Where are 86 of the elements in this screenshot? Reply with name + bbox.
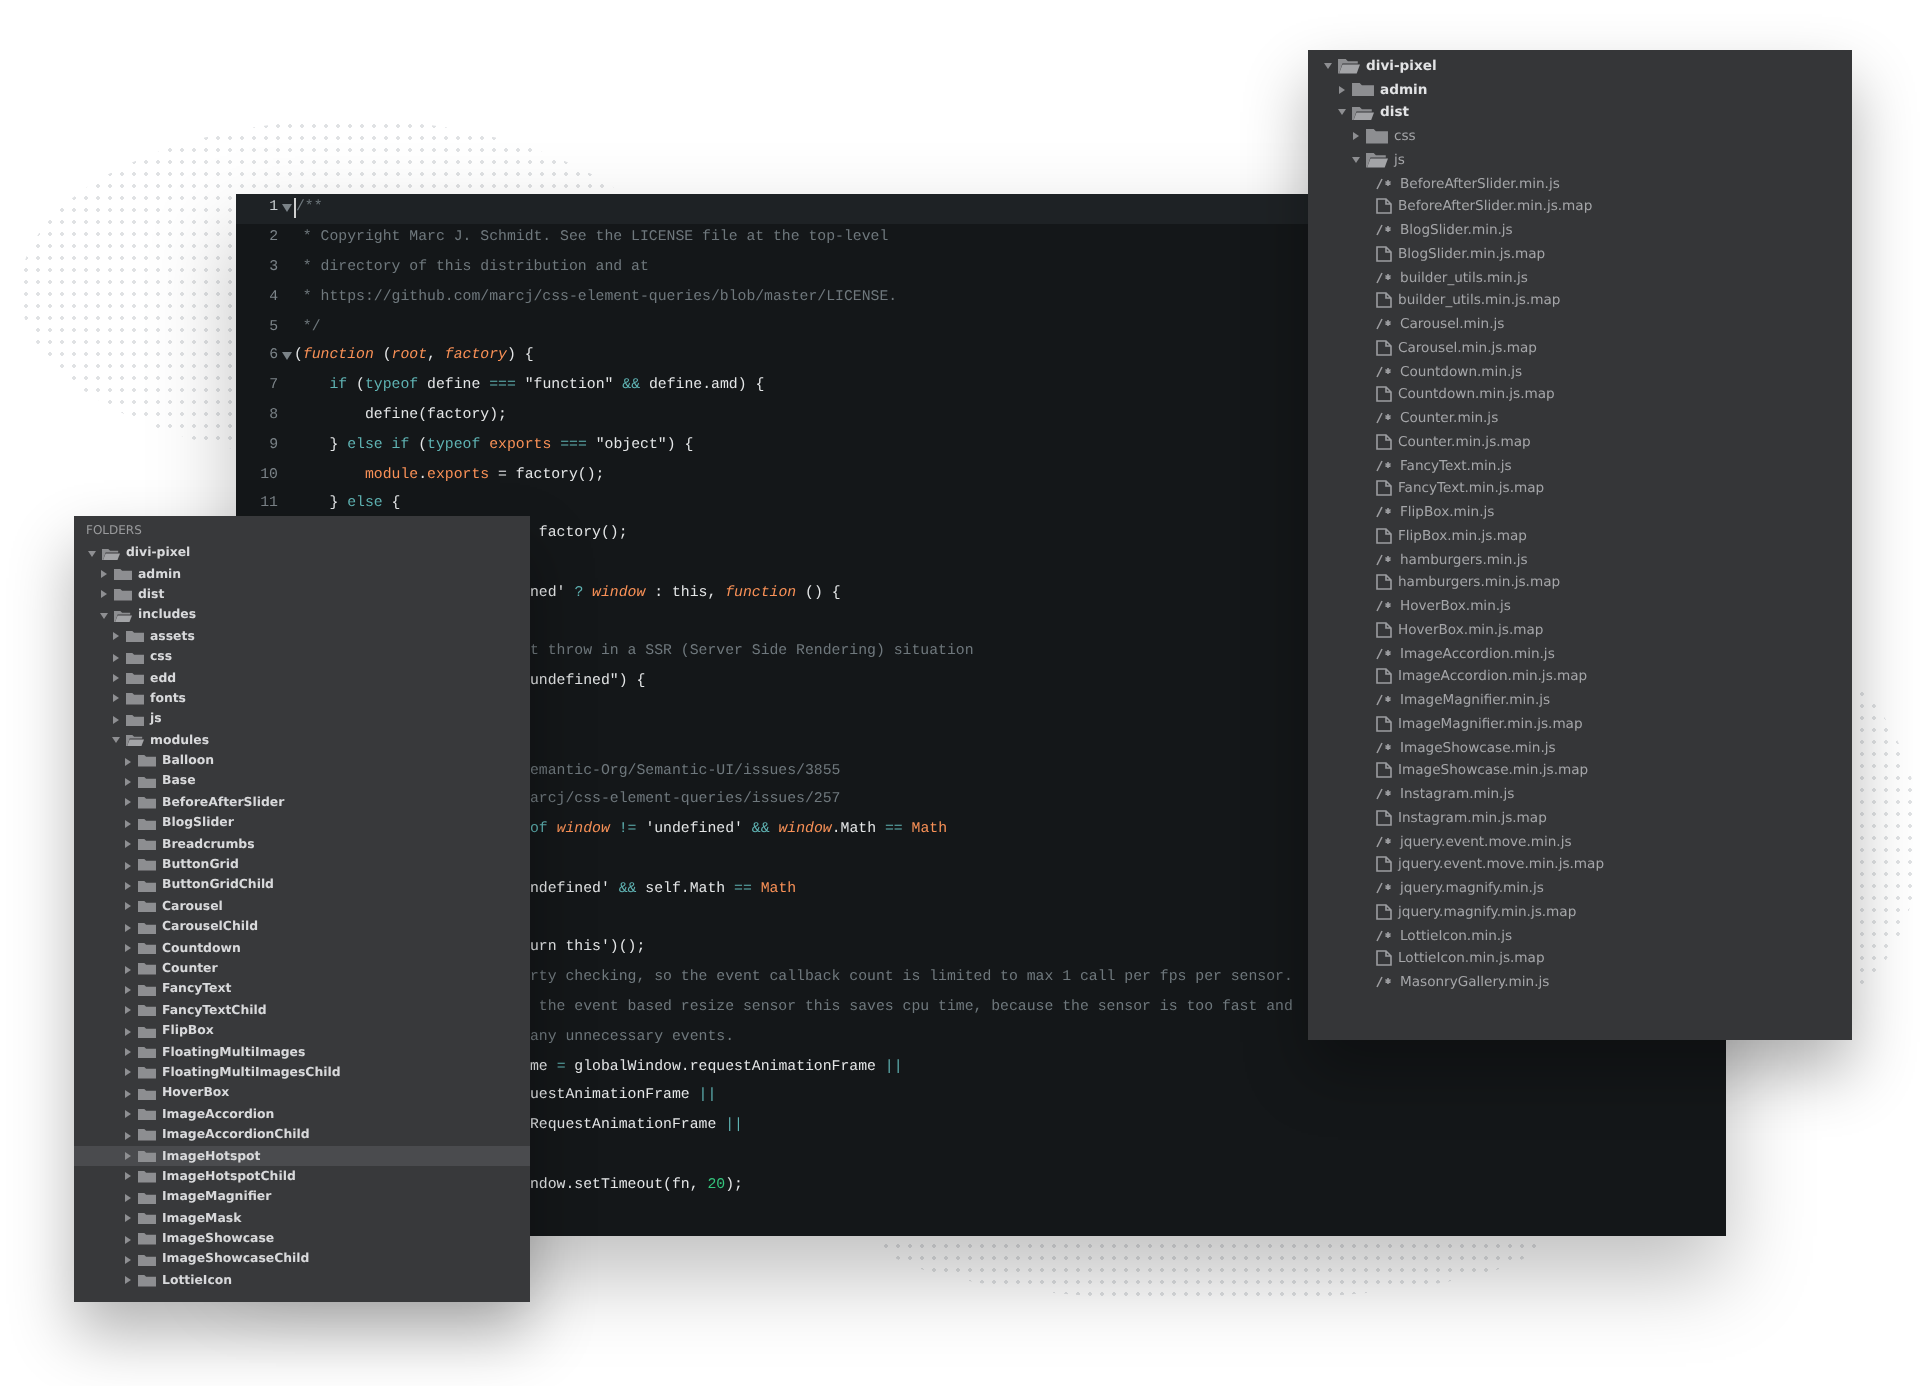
open-folder-icon — [126, 734, 144, 747]
collapsed-arrow-icon[interactable] — [1337, 85, 1345, 94]
open-folder-icon — [102, 547, 120, 560]
collapsed-arrow-icon[interactable] — [99, 590, 107, 599]
script-file-icon — [1376, 318, 1394, 331]
collapsed-arrow-icon[interactable] — [123, 1276, 131, 1285]
collapsed-arrow-icon[interactable] — [123, 1172, 131, 1181]
document-icon — [1376, 574, 1392, 591]
document-icon — [1376, 245, 1392, 262]
script-file-icon — [1376, 600, 1394, 613]
collapsed-arrow-icon[interactable] — [99, 570, 107, 579]
script-file-icon — [1376, 412, 1394, 425]
expanded-arrow-icon[interactable] — [111, 736, 119, 745]
script-file-icon — [1376, 788, 1394, 801]
script-file-icon — [1376, 271, 1394, 284]
collapsed-arrow-icon[interactable] — [123, 861, 131, 870]
collapsed-arrow-icon[interactable] — [123, 1214, 131, 1223]
collapsed-arrow-icon[interactable] — [123, 944, 131, 953]
script-file-icon — [1376, 976, 1394, 989]
document-icon — [1376, 856, 1392, 873]
expanded-arrow-icon[interactable] — [1337, 108, 1345, 117]
collapsed-arrow-icon[interactable] — [123, 985, 131, 994]
script-file-icon — [1376, 177, 1394, 190]
collapsed-arrow-icon[interactable] — [123, 881, 131, 890]
document-icon — [1376, 950, 1392, 967]
script-file-icon — [1376, 694, 1394, 707]
expanded-arrow-icon[interactable] — [1351, 155, 1359, 164]
collapsed-arrow-icon[interactable] — [111, 632, 119, 641]
collapsed-arrow-icon[interactable] — [123, 819, 131, 828]
collapsed-arrow-icon[interactable] — [123, 1152, 131, 1161]
document-icon — [1376, 292, 1392, 309]
folder-icon — [1352, 81, 1374, 97]
expanded-arrow-icon[interactable] — [87, 549, 95, 558]
collapsed-arrow-icon[interactable] — [123, 1027, 131, 1036]
collapsed-arrow-icon[interactable] — [123, 965, 131, 973]
fold-arrow-icon[interactable] — [282, 352, 292, 361]
open-folder-icon — [114, 609, 132, 623]
document-icon — [1376, 762, 1392, 779]
script-file-icon — [1376, 835, 1394, 848]
document-icon — [1376, 198, 1392, 215]
document-icon — [1376, 903, 1392, 920]
document-icon — [1376, 809, 1392, 826]
collapsed-arrow-icon[interactable] — [111, 694, 119, 703]
collapsed-arrow-icon[interactable] — [123, 1006, 131, 1015]
open-folder-icon — [1338, 58, 1360, 74]
document-icon — [1376, 480, 1392, 497]
document-icon — [1376, 433, 1392, 450]
script-file-icon — [1376, 553, 1394, 566]
collapsed-arrow-icon[interactable] — [123, 757, 131, 766]
collapsed-arrow-icon[interactable] — [1351, 132, 1359, 141]
document-icon — [1376, 715, 1392, 732]
collapsed-arrow-icon[interactable] — [123, 777, 131, 786]
fold-arrow-icon[interactable] — [282, 204, 292, 213]
collapsed-arrow-icon[interactable] — [123, 1110, 131, 1119]
collapsed-arrow-icon[interactable] — [123, 902, 131, 911]
collapsed-arrow-icon[interactable] — [111, 715, 119, 724]
collapsed-arrow-icon[interactable] — [123, 1193, 131, 1202]
script-file-icon — [1376, 647, 1394, 660]
script-file-icon — [1376, 365, 1394, 378]
collapsed-arrow-icon[interactable] — [123, 1089, 131, 1098]
collapsed-arrow-icon[interactable] — [123, 1255, 131, 1264]
script-file-icon — [1376, 741, 1394, 754]
document-icon — [1376, 339, 1392, 356]
open-folder-icon — [1352, 105, 1374, 121]
collapsed-arrow-icon[interactable] — [123, 798, 131, 807]
document-icon — [1376, 386, 1392, 403]
folder-icon — [1366, 128, 1388, 144]
document-icon — [1376, 527, 1392, 544]
collapsed-arrow-icon[interactable] — [123, 1048, 131, 1057]
expanded-arrow-icon[interactable] — [99, 611, 107, 620]
collapsed-arrow-icon[interactable] — [123, 1235, 131, 1244]
open-folder-icon — [1366, 152, 1388, 168]
collapsed-arrow-icon[interactable] — [123, 1131, 131, 1140]
script-file-icon — [1376, 882, 1394, 895]
expanded-arrow-icon[interactable] — [1323, 61, 1331, 70]
collapsed-arrow-icon[interactable] — [123, 1068, 131, 1077]
document-icon — [1376, 621, 1392, 638]
script-file-icon — [1376, 224, 1394, 237]
script-file-icon — [1376, 506, 1394, 519]
collapsed-arrow-icon[interactable] — [123, 840, 131, 849]
collapsed-arrow-icon[interactable] — [111, 653, 119, 662]
collapsed-arrow-icon[interactable] — [123, 923, 131, 932]
script-file-icon — [1376, 459, 1394, 472]
document-icon — [1376, 668, 1392, 685]
script-file-icon — [1376, 929, 1394, 942]
collapsed-arrow-icon[interactable] — [111, 674, 119, 683]
